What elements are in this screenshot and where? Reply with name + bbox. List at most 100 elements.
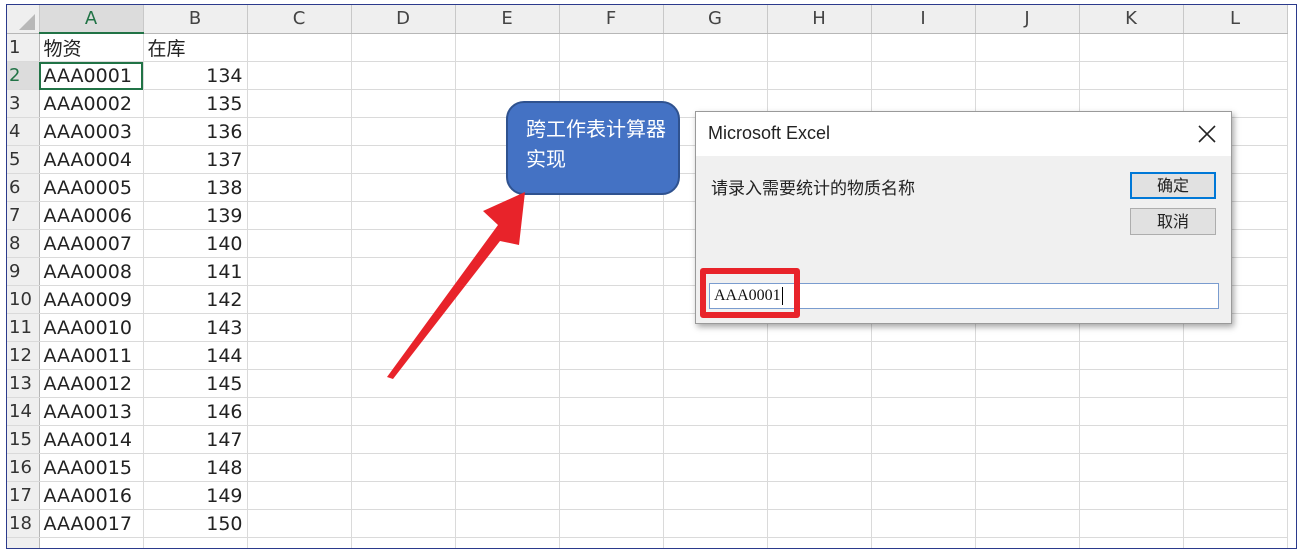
cell-f13[interactable]: [559, 369, 664, 398]
cell-b12[interactable]: 144: [143, 341, 248, 370]
cell-e16[interactable]: [455, 453, 560, 482]
cell-h12[interactable]: [767, 341, 872, 370]
cell-a5[interactable]: AAA0004: [39, 145, 144, 174]
cell-l14[interactable]: [1183, 397, 1288, 426]
column-header-l[interactable]: L: [1183, 5, 1288, 34]
cell-d16[interactable]: [351, 453, 456, 482]
cell-f11[interactable]: [559, 313, 664, 342]
cell-i2[interactable]: [871, 61, 976, 90]
cell-k14[interactable]: [1079, 397, 1184, 426]
cell-j14[interactable]: [975, 397, 1080, 426]
cell-i12[interactable]: [871, 341, 976, 370]
cell-e13[interactable]: [455, 369, 560, 398]
cell-f9[interactable]: [559, 257, 664, 286]
cell-b7[interactable]: 139: [143, 201, 248, 230]
cell-c18[interactable]: [247, 509, 352, 538]
cell-e11[interactable]: [455, 313, 560, 342]
cell-e15[interactable]: [455, 425, 560, 454]
cell-f1[interactable]: [559, 33, 664, 62]
row-header[interactable]: 13: [7, 369, 40, 398]
cell-c9[interactable]: [247, 257, 352, 286]
cell-g16[interactable]: [663, 453, 768, 482]
cell[interactable]: [975, 537, 1080, 548]
callout-shape[interactable]: 跨工作表计算器实现: [506, 101, 680, 195]
cell-j18[interactable]: [975, 509, 1080, 538]
cell-c16[interactable]: [247, 453, 352, 482]
column-header-b[interactable]: B: [143, 5, 248, 34]
column-header-c[interactable]: C: [247, 5, 352, 34]
cell-h18[interactable]: [767, 509, 872, 538]
cell-j16[interactable]: [975, 453, 1080, 482]
cell-b2[interactable]: 134: [143, 61, 248, 90]
cell[interactable]: [1183, 537, 1288, 548]
cell[interactable]: [247, 537, 352, 548]
cell-c14[interactable]: [247, 397, 352, 426]
cell-e1[interactable]: [455, 33, 560, 62]
cell-a15[interactable]: AAA0014: [39, 425, 144, 454]
cell-i13[interactable]: [871, 369, 976, 398]
cell-f16[interactable]: [559, 453, 664, 482]
cell-g12[interactable]: [663, 341, 768, 370]
cell-c8[interactable]: [247, 229, 352, 258]
cell-e9[interactable]: [455, 257, 560, 286]
cell-c3[interactable]: [247, 89, 352, 118]
cell-c12[interactable]: [247, 341, 352, 370]
row-header[interactable]: 1: [7, 33, 40, 62]
cell-b4[interactable]: 136: [143, 117, 248, 146]
cell-c4[interactable]: [247, 117, 352, 146]
row-header[interactable]: 2: [7, 61, 40, 90]
cell-i15[interactable]: [871, 425, 976, 454]
cell-d7[interactable]: [351, 201, 456, 230]
cell-h15[interactable]: [767, 425, 872, 454]
cell-h14[interactable]: [767, 397, 872, 426]
cell-g1[interactable]: [663, 33, 768, 62]
cell-a11[interactable]: AAA0010: [39, 313, 144, 342]
cell-a1[interactable]: 物资: [39, 33, 144, 62]
column-header-e[interactable]: E: [455, 5, 560, 34]
cell-c7[interactable]: [247, 201, 352, 230]
cell[interactable]: [351, 537, 456, 548]
cell-k12[interactable]: [1079, 341, 1184, 370]
cell-b14[interactable]: 146: [143, 397, 248, 426]
column-header-g[interactable]: G: [663, 5, 768, 34]
cell-k17[interactable]: [1079, 481, 1184, 510]
cell-b18[interactable]: 150: [143, 509, 248, 538]
row-header[interactable]: 14: [7, 397, 40, 426]
row-header[interactable]: 12: [7, 341, 40, 370]
cell-i17[interactable]: [871, 481, 976, 510]
cell-b3[interactable]: 135: [143, 89, 248, 118]
cell[interactable]: [663, 537, 768, 548]
column-header-a[interactable]: A: [39, 5, 144, 34]
cell-a9[interactable]: AAA0008: [39, 257, 144, 286]
cell-d17[interactable]: [351, 481, 456, 510]
cell-l17[interactable]: [1183, 481, 1288, 510]
cell-b10[interactable]: 142: [143, 285, 248, 314]
cell-a16[interactable]: AAA0015: [39, 453, 144, 482]
cell-e10[interactable]: [455, 285, 560, 314]
cell[interactable]: [871, 537, 976, 548]
cell-g18[interactable]: [663, 509, 768, 538]
cell-k18[interactable]: [1079, 509, 1184, 538]
cell-l12[interactable]: [1183, 341, 1288, 370]
row-header[interactable]: 7: [7, 201, 40, 230]
column-header-j[interactable]: J: [975, 5, 1080, 34]
cell-c13[interactable]: [247, 369, 352, 398]
cell-i1[interactable]: [871, 33, 976, 62]
cell[interactable]: [455, 537, 560, 548]
row-header[interactable]: 4: [7, 117, 40, 146]
column-header-h[interactable]: H: [767, 5, 872, 34]
cell-f14[interactable]: [559, 397, 664, 426]
cell-d9[interactable]: [351, 257, 456, 286]
cell-a18[interactable]: AAA0017: [39, 509, 144, 538]
cell-d12[interactable]: [351, 341, 456, 370]
cell-b13[interactable]: 145: [143, 369, 248, 398]
cancel-button[interactable]: 取消: [1130, 208, 1216, 235]
cell-b6[interactable]: 138: [143, 173, 248, 202]
cell-a12[interactable]: AAA0011: [39, 341, 144, 370]
cell-d13[interactable]: [351, 369, 456, 398]
cell-d6[interactable]: [351, 173, 456, 202]
cell-c6[interactable]: [247, 173, 352, 202]
cell-e8[interactable]: [455, 229, 560, 258]
cell-c1[interactable]: [247, 33, 352, 62]
cell-b9[interactable]: 141: [143, 257, 248, 286]
